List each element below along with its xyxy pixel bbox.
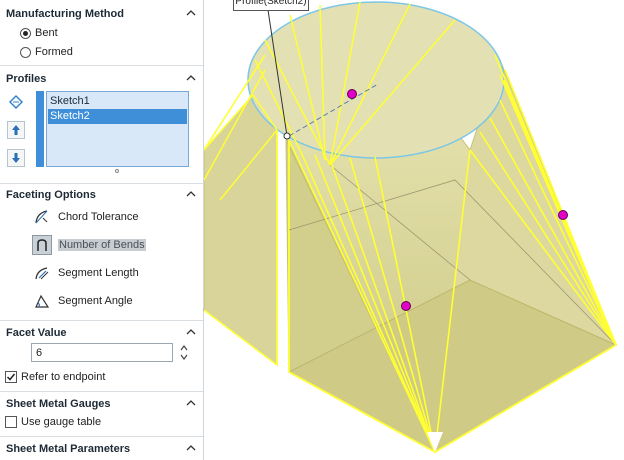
chord-tolerance-icon[interactable] [32, 207, 52, 227]
lofted-bend-model[interactable] [204, 0, 624, 460]
drag-handle [558, 210, 568, 220]
radio-bent-dot[interactable] [20, 27, 31, 39]
chevron-up-icon[interactable] [185, 397, 197, 409]
radio-bent[interactable]: Bent [20, 25, 58, 41]
left-face [204, 94, 278, 367]
radio-bent-label: Bent [35, 27, 58, 39]
segment-angle-icon[interactable] [32, 291, 52, 311]
faceting-options-title: Faceting Options [6, 189, 96, 201]
radio-formed[interactable]: Formed [20, 44, 73, 60]
sheet-metal-parameters-header[interactable]: Sheet Metal Parameters [0, 440, 203, 460]
drag-handle [401, 301, 411, 311]
profile-callout-label[interactable]: Profile(Sketch2) [233, 0, 309, 11]
radio-formed-label: Formed [35, 46, 73, 58]
facet-option-label: Segment Angle [58, 295, 133, 307]
list-item[interactable]: Sketch2 [48, 109, 187, 124]
divider [0, 436, 203, 437]
facet-option-segment-angle[interactable]: Segment Angle [32, 290, 133, 312]
faceting-options-header[interactable]: Faceting Options [0, 186, 203, 206]
spinner-down-icon [180, 354, 188, 360]
chevron-up-icon[interactable] [185, 72, 197, 84]
spinner-up-icon [180, 345, 188, 351]
arrow-down-icon [12, 153, 20, 163]
facet-option-label: Chord Tolerance [58, 211, 139, 223]
radio-formed-dot[interactable] [20, 46, 31, 58]
refer-to-endpoint-label: Refer to endpoint [21, 371, 106, 383]
drag-handle [347, 89, 357, 99]
facet-value-title: Facet Value [6, 327, 67, 339]
facet-option-label: Number of Bends [58, 239, 146, 251]
segment-length-icon[interactable] [32, 263, 52, 283]
chevron-up-icon[interactable] [185, 7, 197, 19]
chevron-up-icon[interactable] [185, 326, 197, 338]
facet-option-label: Segment Length [58, 267, 139, 279]
divider [0, 391, 203, 392]
facet-option-chord-tolerance[interactable]: Chord Tolerance [32, 206, 139, 228]
checkmark-icon [6, 373, 16, 381]
use-gauge-table-label: Use gauge table [21, 416, 102, 428]
use-gauge-table-checkbox[interactable]: Use gauge table [5, 414, 101, 430]
divider [0, 320, 203, 321]
sheet-metal-parameters-title: Sheet Metal Parameters [6, 443, 131, 455]
facet-value-header[interactable]: Facet Value [0, 324, 203, 344]
facet-value-input[interactable] [31, 343, 173, 362]
manufacturing-method-title: Manufacturing Method [6, 8, 124, 20]
profiles-title: Profiles [6, 73, 47, 85]
checkbox-box[interactable] [5, 416, 17, 428]
divider [0, 65, 203, 66]
arrow-up-icon [12, 125, 20, 135]
refer-to-endpoint-checkbox[interactable]: Refer to endpoint [5, 369, 105, 385]
property-manager-panel: Manufacturing Method Bent Formed Profile… [0, 0, 204, 460]
profiles-list[interactable]: Sketch1 Sketch2 [46, 91, 189, 167]
graphics-viewport[interactable] [204, 0, 624, 460]
profile-selection-indicator [36, 91, 44, 167]
divider [0, 183, 203, 184]
profiles-header[interactable]: Profiles [0, 70, 203, 90]
move-down-button[interactable] [7, 149, 25, 167]
checkbox-box[interactable] [5, 371, 17, 383]
profile-endpoint [283, 132, 291, 140]
chevron-up-icon[interactable] [185, 188, 197, 200]
move-up-button[interactable] [7, 121, 25, 139]
facet-option-segment-length[interactable]: Segment Length [32, 262, 139, 284]
number-of-bends-icon[interactable] [32, 235, 52, 255]
manufacturing-method-header[interactable]: Manufacturing Method [0, 5, 203, 25]
sheet-metal-gauges-header[interactable]: Sheet Metal Gauges [0, 395, 203, 415]
resize-grip[interactable] [115, 169, 119, 173]
facet-option-number-of-bends[interactable]: Number of Bends [32, 234, 146, 256]
diamond-icon [9, 95, 23, 109]
sheet-metal-gauges-title: Sheet Metal Gauges [6, 398, 111, 410]
list-item[interactable]: Sketch1 [48, 94, 187, 109]
facet-value-spinner[interactable] [178, 343, 190, 362]
chevron-up-icon[interactable] [185, 442, 197, 454]
profiles-select-icon [7, 93, 25, 111]
